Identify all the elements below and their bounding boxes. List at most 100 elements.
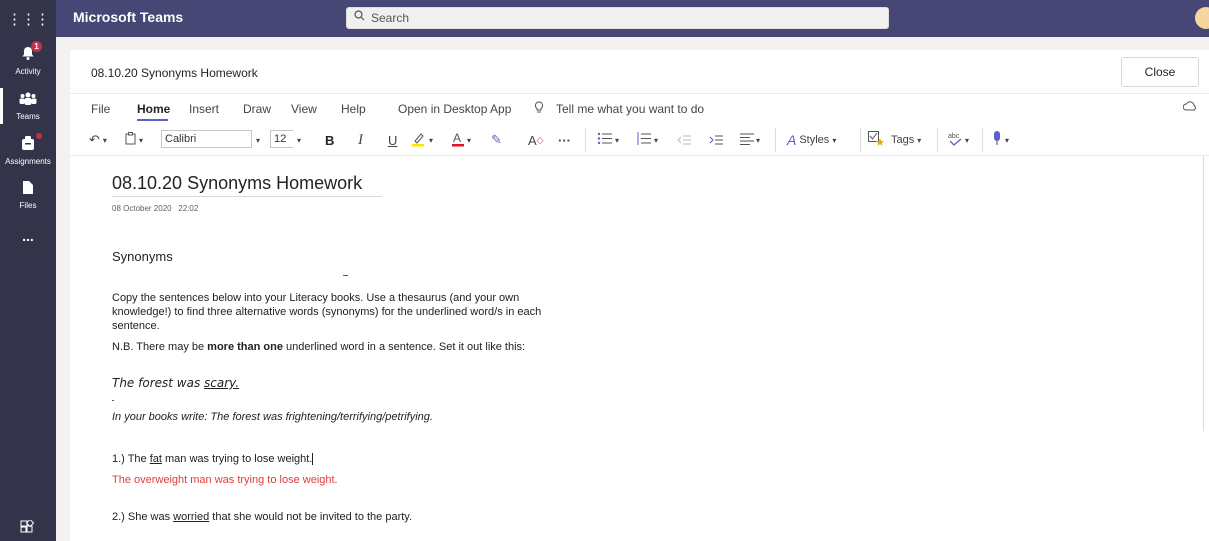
rail-label-teams: Teams <box>16 112 40 121</box>
chevron-down-icon: ▾ <box>1005 135 1010 145</box>
undo-icon: ↶ <box>89 132 100 147</box>
chevron-down-icon: ▾ <box>756 135 761 145</box>
chevron-down-icon: ▾ <box>832 135 837 145</box>
sentence-1-answer[interactable]: The overweight man was trying to lose we… <box>112 474 338 487</box>
tab-view[interactable]: View <box>291 102 317 116</box>
chevron-down-icon: ▾ <box>917 135 922 145</box>
s1-suffix: man was trying to lose weight. <box>161 453 313 465</box>
chevron-down-icon[interactable]: ▾ <box>256 128 260 152</box>
font-color-icon: A <box>451 131 465 150</box>
s1-underlined: fat <box>149 453 162 465</box>
books-instruction[interactable]: In your books write: The forest was frig… <box>112 411 433 424</box>
example-prefix: The forest was <box>112 376 205 390</box>
bold-button[interactable]: B <box>325 128 334 152</box>
page-title[interactable]: 08.10.20 Synonyms Homework <box>112 173 362 194</box>
font-size-select[interactable]: 12 <box>270 130 293 148</box>
s1-prefix: 1.) The <box>112 453 150 465</box>
rail-label-files: Files <box>19 201 37 210</box>
bullet-list-icon <box>597 132 613 148</box>
toolbar-divider <box>860 128 861 152</box>
nb-paragraph[interactable]: N.B. There may be more than one underlin… <box>112 341 525 354</box>
activity-badge: 1 <box>31 41 42 52</box>
close-button[interactable]: Close <box>1121 57 1199 87</box>
tab-home-indicator <box>137 119 168 121</box>
instructions-line-3[interactable]: sentence. <box>112 320 160 333</box>
undo-button[interactable]: ↶ ▾ <box>89 128 107 152</box>
chevron-down-icon[interactable]: ▾ <box>297 128 301 152</box>
decrease-indent-icon[interactable] <box>677 128 691 152</box>
tab-home[interactable]: Home <box>137 102 170 116</box>
divider <box>70 93 1209 94</box>
highlight-button[interactable]: ▾ <box>411 128 433 152</box>
more-options-icon[interactable]: ··· <box>558 128 571 152</box>
chevron-down-icon: ▾ <box>965 135 970 145</box>
styles-icon: A <box>787 132 797 148</box>
open-desktop-app-link[interactable]: Open in Desktop App <box>398 102 511 116</box>
tab-insert[interactable]: Insert <box>189 102 219 116</box>
example-underlined: scary. <box>204 376 240 390</box>
sentence-2[interactable]: 2.) She was worried that she would not b… <box>112 511 412 524</box>
dictate-button[interactable]: ▾ <box>992 128 1009 152</box>
apps-icon[interactable] <box>20 518 35 537</box>
heading-synonyms[interactable]: Synonyms <box>112 250 173 263</box>
chevron-down-icon: ▾ <box>102 135 107 145</box>
app-launcher-icon[interactable]: ⋮⋮⋮ <box>0 0 56 37</box>
rail-label-assignments: Assignments <box>5 157 51 166</box>
search-icon <box>354 10 365 24</box>
font-color-button[interactable]: A ▾ <box>451 128 471 152</box>
assignments-icon <box>0 135 56 155</box>
spelling-button[interactable]: abc ▾ <box>947 128 969 152</box>
lightbulb-icon <box>534 101 544 117</box>
search-box[interactable]: Search <box>346 7 889 29</box>
svg-text:abc: abc <box>948 133 960 140</box>
canvas-top-border <box>70 155 1209 156</box>
vertical-scrollbar[interactable] <box>1203 156 1209 431</box>
underline-button[interactable]: U <box>388 128 397 152</box>
stray-mark <box>112 400 114 401</box>
styles-label: Styles <box>799 134 830 146</box>
rail-item-activity[interactable]: 1 Activity <box>0 41 56 76</box>
rail-item-teams[interactable]: Teams <box>0 92 56 121</box>
font-name-select[interactable]: Calibri <box>161 130 252 148</box>
format-painter-icon[interactable]: ✎ <box>491 128 502 152</box>
tell-me-search[interactable]: Tell me what you want to do <box>556 102 704 116</box>
tab-draw[interactable]: Draw <box>243 102 271 116</box>
rail-item-files[interactable]: Files <box>0 180 56 210</box>
tab-help[interactable]: Help <box>341 102 366 116</box>
nb-suffix: underlined word in a sentence. Set it ou… <box>282 341 526 353</box>
svg-text:A: A <box>453 131 461 145</box>
numbering-button[interactable]: ▾ <box>636 128 658 152</box>
instructions-line-2[interactable]: knowledge!) to find three alternative wo… <box>112 306 541 319</box>
sync-icon[interactable] <box>1182 101 1197 116</box>
more-apps-icon[interactable]: ... <box>0 228 56 244</box>
example-sentence[interactable]: The forest was scary. <box>112 377 239 390</box>
paste-button[interactable]: ▾ <box>125 128 143 152</box>
clipboard-icon <box>125 132 136 148</box>
tags-label: Tags <box>891 134 915 146</box>
clear-formatting-icon[interactable]: A ◇ <box>528 128 544 152</box>
document-title: 08.10.20 Synonyms Homework <box>91 66 258 80</box>
file-icon <box>0 180 56 199</box>
tab-file[interactable]: File <box>91 102 110 116</box>
numbered-list-icon <box>636 132 652 148</box>
title-underline <box>112 196 382 197</box>
align-left-icon <box>740 133 754 148</box>
teams-icon <box>0 92 56 110</box>
bullets-button[interactable]: ▾ <box>597 128 619 152</box>
instructions-line-1[interactable]: Copy the sentences below into your Liter… <box>112 292 519 305</box>
align-button[interactable]: ▾ <box>740 128 760 152</box>
styles-button[interactable]: A Styles ▾ <box>787 128 836 152</box>
date-text: 08 October 2020 <box>112 204 172 213</box>
sentence-1[interactable]: 1.) The fat man was trying to lose weigh… <box>112 453 314 466</box>
tag-star-icon <box>868 131 884 149</box>
time-text: 22:02 <box>178 204 199 213</box>
toolbar-divider <box>982 128 983 152</box>
rail-item-assignments[interactable]: Assignments <box>0 133 56 166</box>
s2-suffix: that she would not be invited to the par… <box>209 511 413 523</box>
italic-button[interactable]: I <box>358 128 363 152</box>
chevron-down-icon: ▾ <box>615 135 620 145</box>
increase-indent-icon[interactable] <box>709 128 723 152</box>
rail-label-activity: Activity <box>15 67 41 76</box>
toolbar-divider <box>775 128 776 152</box>
tags-button[interactable]: Tags ▾ <box>868 128 921 152</box>
